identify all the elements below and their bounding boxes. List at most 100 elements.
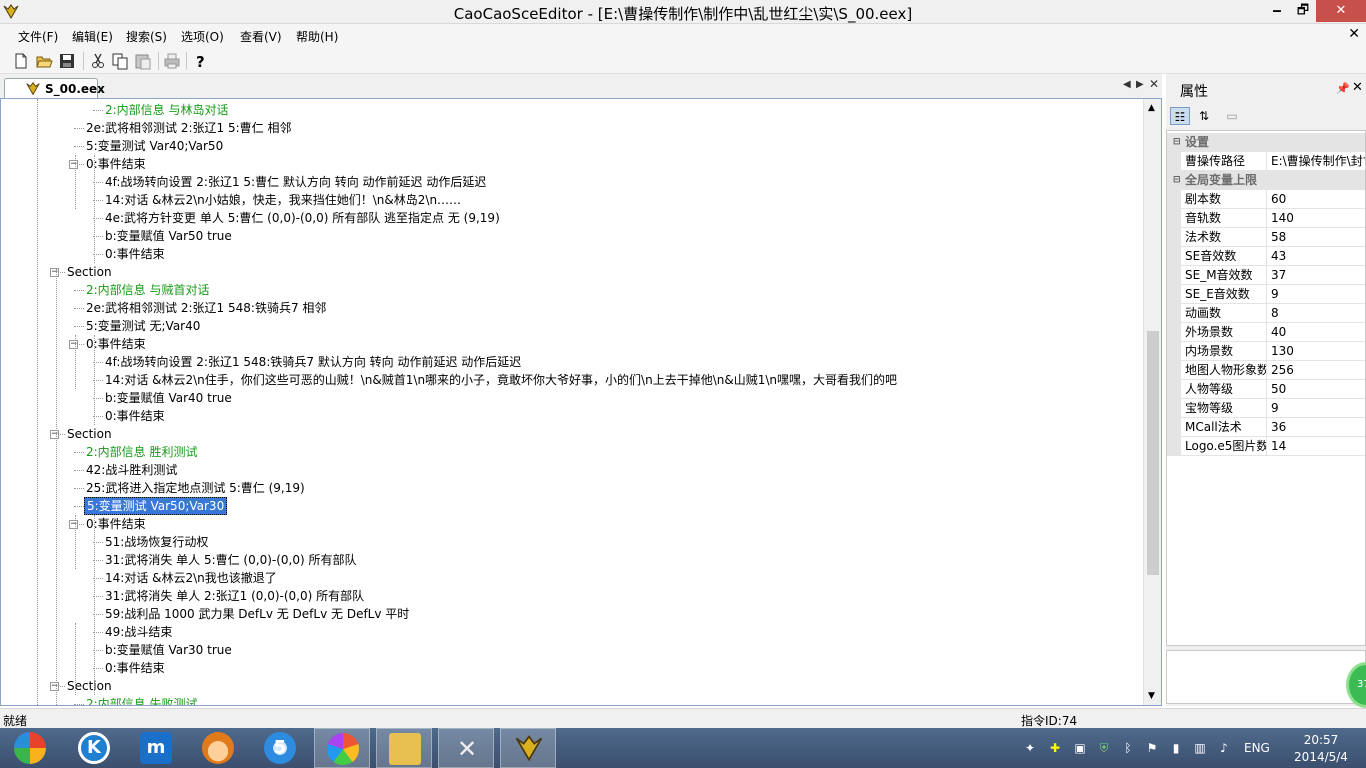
- collapse-toggle-icon[interactable]: −: [50, 268, 59, 277]
- tab-close-button[interactable]: ✕: [1149, 77, 1159, 91]
- collapse-toggle-icon[interactable]: −: [50, 430, 59, 439]
- tab-scroll-left-icon[interactable]: ◀: [1123, 79, 1131, 90]
- collapse-toggle-icon[interactable]: −: [50, 682, 59, 691]
- tree-node[interactable]: 14:对话 &林云2\n住手，你们这些可恶的山贼！\n&贼首1\n哪来的小子，竟…: [105, 371, 897, 389]
- property-value[interactable]: 130: [1271, 342, 1365, 360]
- property-value[interactable]: 9: [1271, 285, 1365, 303]
- property-value[interactable]: 256: [1271, 361, 1365, 379]
- property-row[interactable]: 音轨数 140: [1167, 209, 1365, 228]
- tree-section-node[interactable]: Section: [67, 677, 112, 695]
- property-pages-icon[interactable]: ▭: [1222, 107, 1242, 125]
- tree-node[interactable]: 0:事件结束: [105, 245, 165, 263]
- taskbar-app[interactable]: [190, 728, 246, 768]
- tree-node[interactable]: 4f:战场转向设置 2:张辽1 548:铁骑兵7 默认方向 转向 动作前延迟 动…: [105, 353, 521, 371]
- flag-icon[interactable]: ⚑: [1144, 740, 1160, 756]
- collapse-toggle-icon[interactable]: −: [69, 520, 78, 529]
- network-icon[interactable]: ▥: [1192, 740, 1208, 756]
- tree-node[interactable]: 5:变量测试 无;Var40: [86, 317, 200, 335]
- taskbar-app[interactable]: [314, 728, 370, 768]
- property-category[interactable]: ⊟ 设置: [1167, 133, 1365, 152]
- menu-help[interactable]: 帮助(H): [296, 28, 338, 45]
- tray-keyboard-icon[interactable]: ▣: [1072, 740, 1088, 756]
- property-category[interactable]: ⊟ 全局变量上限: [1167, 171, 1365, 190]
- volume-icon[interactable]: ♪: [1216, 740, 1232, 756]
- tree-node[interactable]: 5:变量测试 Var50;Var30: [84, 497, 228, 515]
- open-folder-icon[interactable]: [35, 52, 53, 70]
- tree-node[interactable]: b:变量赋值 Var40 true: [105, 389, 232, 407]
- clock-date[interactable]: 2014/5/4: [1284, 750, 1358, 764]
- tree-section-node[interactable]: Section: [67, 263, 112, 281]
- property-row[interactable]: 人物等级 50: [1167, 380, 1365, 399]
- close-button[interactable]: ✕: [1316, 0, 1366, 22]
- property-value[interactable]: 9: [1271, 399, 1365, 417]
- print-icon[interactable]: [163, 52, 181, 70]
- property-row[interactable]: SE_M音效数 37: [1167, 266, 1365, 285]
- scroll-down-icon[interactable]: ▼: [1148, 691, 1155, 701]
- tree-node[interactable]: 14:对话 &林云2\n小姑娘，快走，我来挡住她们！\n&林岛2\n……: [105, 191, 461, 209]
- tab-s00-eex[interactable]: S_00.eex: [4, 78, 105, 98]
- save-icon[interactable]: [58, 52, 76, 70]
- collapse-toggle-icon[interactable]: −: [69, 340, 78, 349]
- event-tree[interactable]: 2:内部信息 与林岛对话 2e:武将相邻测试 2:张辽1 5:曹仁 相邻 5:变量测…: [1, 99, 1143, 705]
- tree-node[interactable]: 14:对话 &林云2\n我也该撤退了: [105, 569, 277, 587]
- property-row[interactable]: Logo.e5图片数 14: [1167, 437, 1365, 456]
- tree-node[interactable]: 2e:武将相邻测试 2:张辽1 548:铁骑兵7 相邻: [86, 299, 326, 317]
- tree-node[interactable]: 51:战场恢复行动权: [105, 533, 208, 551]
- tree-node[interactable]: 31:武将消失 单人 2:张辽1 (0,0)-(0,0) 所有部队: [105, 587, 364, 605]
- property-value[interactable]: 50: [1271, 380, 1365, 398]
- tree-node[interactable]: 5:变量测试 Var40;Var50: [86, 137, 223, 155]
- taskbar-app[interactable]: K: [66, 728, 122, 768]
- tree-node[interactable]: 31:武将消失 单人 5:曹仁 (0,0)-(0,0) 所有部队: [105, 551, 356, 569]
- tray-plus-icon[interactable]: ✚: [1047, 740, 1063, 756]
- property-value[interactable]: 37: [1271, 266, 1365, 284]
- language-indicator[interactable]: ENG: [1244, 741, 1270, 755]
- property-value[interactable]: 140: [1271, 209, 1365, 227]
- tree-node[interactable]: 2:内部信息 与林岛对话: [105, 101, 229, 119]
- battery-icon[interactable]: ▮: [1168, 740, 1184, 756]
- property-value[interactable]: 58: [1271, 228, 1365, 246]
- taskbar-app[interactable]: [500, 728, 556, 768]
- property-value[interactable]: E:\曹操传制作\封寸: [1271, 152, 1365, 170]
- property-value[interactable]: 43: [1271, 247, 1365, 265]
- property-value[interactable]: 8: [1271, 304, 1365, 322]
- menu-search[interactable]: 搜索(S): [126, 28, 167, 45]
- maximize-button[interactable]: 🗗: [1290, 0, 1316, 22]
- categorized-icon[interactable]: ☷: [1170, 107, 1190, 125]
- property-row[interactable]: MCall法术 36: [1167, 418, 1365, 437]
- property-row[interactable]: 剧本数 60: [1167, 190, 1365, 209]
- taskbar-app[interactable]: 5: [252, 728, 308, 768]
- scroll-up-icon[interactable]: ▲: [1148, 103, 1155, 113]
- mdi-close-button[interactable]: ✕: [1348, 26, 1360, 42]
- pin-icon[interactable]: 📌: [1336, 82, 1350, 95]
- tree-node[interactable]: b:变量赋值 Var30 true: [105, 641, 232, 659]
- minimize-button[interactable]: 🗕: [1264, 0, 1290, 22]
- tree-node[interactable]: 4e:武将方针变更 单人 5:曹仁 (0,0)-(0,0) 所有部队 逃至指定点…: [105, 209, 500, 227]
- tree-node[interactable]: 42:战斗胜利测试: [86, 461, 177, 479]
- property-row[interactable]: 内场景数 130: [1167, 342, 1365, 361]
- taskbar-app[interactable]: [2, 728, 58, 768]
- tree-node[interactable]: 2:内部信息 与贼首对话: [86, 281, 210, 299]
- tree-section-node[interactable]: Section: [67, 425, 112, 443]
- property-row[interactable]: 宝物等级 9: [1167, 399, 1365, 418]
- tree-node[interactable]: 2:内部信息 失败测试: [86, 695, 198, 705]
- property-value[interactable]: 40: [1271, 323, 1365, 341]
- taskbar-app[interactable]: ✕: [438, 728, 494, 768]
- menu-file[interactable]: 文件(F): [18, 28, 58, 45]
- property-row[interactable]: 动画数 8: [1167, 304, 1365, 323]
- property-row[interactable]: 地图人物形象数 256: [1167, 361, 1365, 380]
- bluetooth-icon[interactable]: ᛒ: [1120, 740, 1136, 756]
- collapse-toggle-icon[interactable]: ⊟: [1173, 133, 1181, 152]
- sort-az-icon[interactable]: ⇅: [1194, 107, 1214, 125]
- tray-icon[interactable]: ✦: [1022, 740, 1038, 756]
- menu-edit[interactable]: 编辑(E): [72, 28, 113, 45]
- vertical-scrollbar[interactable]: ▲ ▼: [1143, 99, 1161, 705]
- menu-view[interactable]: 查看(V): [240, 28, 282, 45]
- property-row[interactable]: SE音效数 43: [1167, 247, 1365, 266]
- tree-node[interactable]: 25:武将进入指定地点测试 5:曹仁 (9,19): [86, 479, 305, 497]
- property-row[interactable]: 法术数 58: [1167, 228, 1365, 247]
- tree-node[interactable]: b:变量赋值 Var50 true: [105, 227, 232, 245]
- taskbar-app[interactable]: [376, 728, 432, 768]
- property-value[interactable]: 14: [1271, 437, 1365, 455]
- cut-icon[interactable]: [89, 52, 107, 70]
- collapse-toggle-icon[interactable]: −: [69, 160, 78, 169]
